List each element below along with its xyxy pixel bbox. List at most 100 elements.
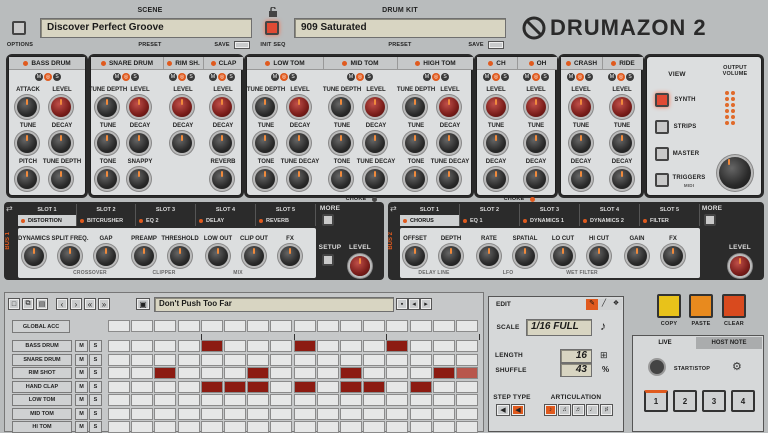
mt-decay-knob[interactable] [365, 133, 385, 153]
sd-snappy-knob[interactable] [129, 169, 149, 189]
pattern-browser-icon[interactable]: ▣ [136, 298, 150, 310]
artic-1-icon[interactable]: ♪ [544, 404, 557, 416]
step-cell[interactable] [316, 407, 339, 420]
step-cell[interactable] [293, 380, 316, 393]
step-cell[interactable] [340, 394, 362, 406]
bd-pitch-knob[interactable] [17, 169, 37, 189]
step-cell[interactable] [456, 353, 478, 366]
step-cell[interactable] [432, 407, 455, 420]
step-cell[interactable] [154, 421, 177, 433]
ht-tunedecay-knob[interactable] [439, 169, 459, 189]
prev-icon[interactable]: ‹ [56, 298, 68, 310]
copy-button[interactable] [657, 294, 681, 318]
row-solo-button[interactable]: S [89, 367, 102, 379]
step-cell[interactable] [409, 353, 432, 366]
row-label[interactable]: RIM SHOT [12, 367, 72, 379]
oh-tune-knob[interactable] [526, 133, 546, 153]
step-cell[interactable] [316, 353, 339, 366]
step-cell[interactable] [340, 353, 362, 366]
step-cell[interactable] [200, 394, 223, 406]
sd-tunedepth-knob[interactable] [97, 97, 117, 117]
lt-tunedecay-knob[interactable] [289, 169, 309, 189]
bus2-slot3[interactable]: DYNAMICS 1 [520, 215, 580, 226]
ride-decay-knob[interactable] [612, 169, 632, 189]
step-cell[interactable] [432, 340, 455, 352]
row-label[interactable]: HI TOM [12, 421, 72, 433]
step-cell[interactable] [363, 421, 386, 433]
pencil-icon[interactable]: ✎ [586, 298, 598, 310]
step-cell[interactable] [177, 353, 200, 366]
step-cell[interactable] [409, 380, 432, 393]
lt-mute-solo[interactable]: M ◎ S [271, 73, 297, 81]
crash-level-knob[interactable] [571, 97, 591, 117]
save2-button[interactable] [488, 41, 504, 49]
step-cell[interactable] [432, 380, 455, 393]
bus2-level-knob[interactable] [730, 256, 750, 276]
view-synth-button[interactable] [655, 93, 669, 107]
clear-button[interactable] [722, 294, 746, 318]
note-icon[interactable]: ♪ [600, 319, 606, 333]
mt-tone-knob[interactable] [331, 169, 351, 189]
mt-tune-knob[interactable] [331, 133, 351, 153]
output-volume-knob[interactable] [719, 157, 751, 189]
step-cell[interactable] [316, 394, 339, 406]
global-acc-step[interactable] [154, 320, 177, 332]
step-cell[interactable] [456, 394, 478, 406]
step-cell[interactable] [131, 394, 154, 406]
row-mute-button[interactable]: M [75, 353, 88, 366]
step-cell[interactable] [456, 367, 478, 379]
step-cell[interactable] [293, 421, 316, 433]
pad-3[interactable]: 3 [702, 390, 726, 412]
step-cell[interactable] [363, 407, 386, 420]
step-cell[interactable] [270, 380, 293, 393]
step-cell[interactable] [177, 340, 200, 352]
step-cell[interactable] [386, 367, 409, 379]
step-cell[interactable] [247, 421, 270, 433]
step-cell[interactable] [409, 367, 432, 379]
bus2-spatial-knob[interactable] [515, 246, 535, 266]
sd-mute-solo[interactable]: M ◎ S [113, 73, 139, 81]
step-cell[interactable] [131, 421, 154, 433]
pad-1[interactable]: 1 [644, 390, 668, 412]
step-cell[interactable] [432, 421, 455, 433]
lt-level-knob[interactable] [289, 97, 309, 117]
step-cell[interactable] [108, 380, 130, 393]
bus2-rate-knob[interactable] [479, 246, 499, 266]
ch-level-knob[interactable] [486, 97, 506, 117]
bus2-depth-knob[interactable] [441, 246, 461, 266]
global-acc-step[interactable] [270, 320, 293, 332]
sd-tone-knob[interactable] [97, 169, 117, 189]
step-cell[interactable] [340, 421, 362, 433]
step-cell[interactable] [154, 353, 177, 366]
bus2-more-button[interactable] [704, 214, 716, 226]
lock-icon[interactable] [268, 6, 278, 17]
ht-tune-knob[interactable] [405, 133, 425, 153]
rim-level-knob[interactable] [172, 97, 192, 117]
bus1-splitfreq-knob[interactable] [60, 246, 80, 266]
step-cell[interactable] [386, 407, 409, 420]
step-cell[interactable] [363, 367, 386, 379]
step-cell[interactable] [247, 380, 270, 393]
global-acc-step[interactable] [386, 320, 409, 332]
global-acc-step[interactable] [363, 320, 386, 332]
start-stop-button[interactable] [648, 358, 666, 376]
sd-level-knob[interactable] [129, 97, 149, 117]
step-cell[interactable] [224, 367, 246, 379]
ride-mute-solo[interactable]: M ◎ S [608, 73, 634, 81]
global-acc-step[interactable] [131, 320, 154, 332]
step-cell[interactable] [363, 353, 386, 366]
artic-3-icon[interactable]: ♬ [572, 404, 585, 416]
tab-live[interactable]: LIVE [634, 337, 696, 349]
step-cell[interactable] [247, 407, 270, 420]
crash-decay-knob[interactable] [571, 169, 591, 189]
step-cell[interactable] [247, 367, 270, 379]
step-cell[interactable] [409, 421, 432, 433]
brush-icon[interactable]: ❖ [610, 298, 622, 310]
ch-mute-solo[interactable]: M ◎ S [483, 73, 509, 81]
next-icon[interactable]: › [70, 298, 82, 310]
step-cell[interactable] [456, 407, 478, 420]
step-cell[interactable] [154, 367, 177, 379]
artic-5-icon[interactable]: ♯ [600, 404, 613, 416]
pattern-save-icon[interactable]: ▪ [396, 298, 408, 310]
bus1-swap-icon[interactable]: ⇄ [6, 204, 13, 213]
